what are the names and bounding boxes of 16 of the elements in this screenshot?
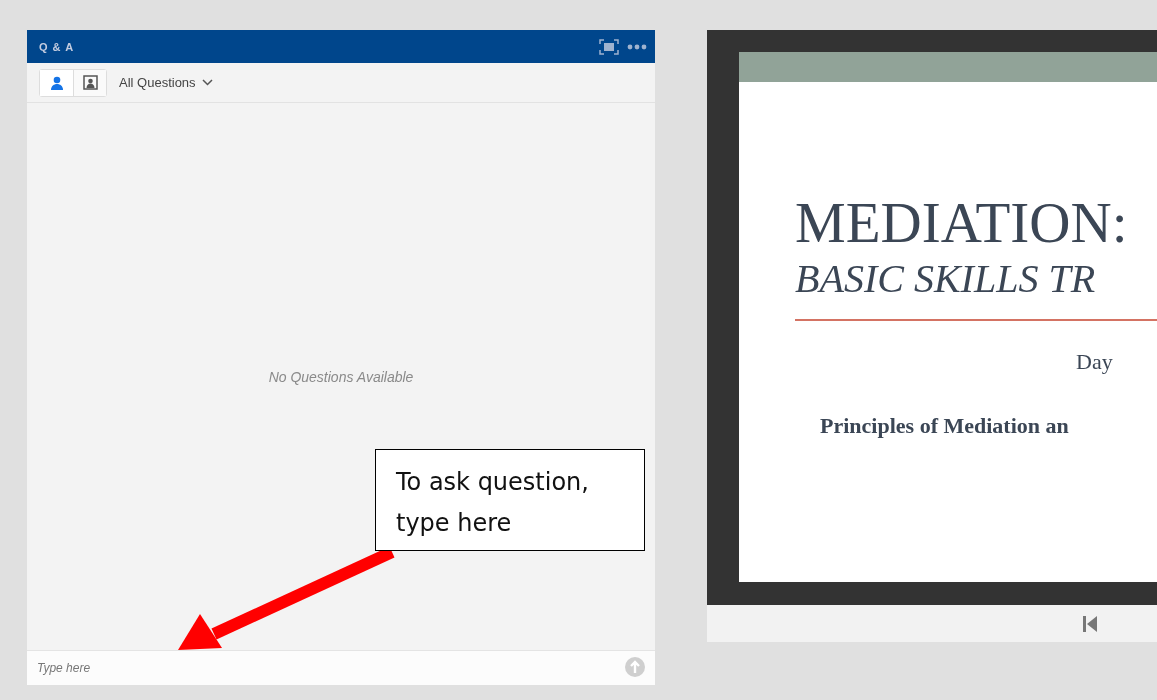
slide-text: Day: [1075, 349, 1114, 375]
question-input[interactable]: Type here: [27, 650, 656, 685]
callout-note: To ask question, type here: [375, 449, 645, 551]
slide-text: Principles of Mediation an: [819, 413, 1070, 439]
person-icon: [49, 75, 64, 90]
panel-title: Q & A: [39, 40, 76, 53]
more-icon[interactable]: [627, 43, 648, 50]
slide-title: MEDIATION:: [794, 194, 1129, 251]
chevron-down-icon: [201, 79, 213, 86]
view-toggle[interactable]: [73, 69, 106, 96]
empty-message: No Questions Available: [268, 368, 414, 385]
presenter-icon: [82, 75, 98, 90]
fullscreen-icon[interactable]: [599, 38, 620, 55]
first-slide-icon[interactable]: [1083, 615, 1099, 632]
slide-subtitle: BASIC SKILLS TR: [794, 259, 1097, 299]
filter-dropdown[interactable]: All Questions: [119, 75, 213, 90]
